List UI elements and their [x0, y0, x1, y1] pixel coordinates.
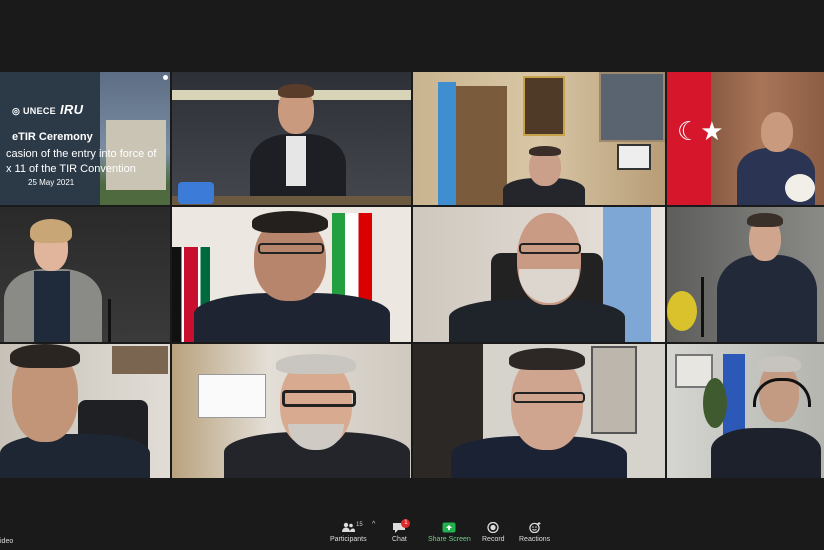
person-suit — [449, 299, 625, 342]
video-tile-participant-4[interactable]: ☾★ — [667, 72, 824, 205]
record-button[interactable]: Record — [482, 522, 505, 543]
reactions-label: Reactions — [519, 536, 551, 543]
slide-logos: ◎ UNECE IRU — [12, 102, 84, 117]
person-face — [761, 112, 793, 152]
video-tile-participant-11[interactable] — [413, 344, 665, 478]
slide-title: eTIR Ceremony — [12, 131, 93, 143]
person-hair — [10, 344, 80, 368]
picture-frame — [112, 346, 168, 374]
chat-unread-badge: 1 — [401, 519, 411, 528]
crescent-star-icon: ☾★ — [677, 116, 724, 146]
plant — [667, 291, 697, 331]
blue-object — [178, 182, 214, 204]
chat-button[interactable]: 1 Chat — [392, 519, 411, 543]
person-hair — [747, 213, 783, 227]
reactions-icon — [528, 522, 541, 533]
person-hair — [509, 348, 585, 370]
picture-frame — [591, 346, 637, 434]
video-tile-participant-3[interactable] — [413, 72, 665, 205]
video-tile-participant-12[interactable] — [667, 344, 824, 478]
wall-chart — [198, 374, 266, 418]
record-icon — [487, 522, 499, 533]
person-suit — [0, 434, 150, 478]
participants-caret-icon[interactable]: ^ — [372, 521, 375, 528]
chat-label: Chat — [392, 536, 407, 543]
eyeglasses — [258, 243, 324, 254]
un-emblem-icon: ◎ — [12, 106, 23, 116]
video-tile-slide[interactable]: ◎ UNECE IRU eTIR Ceremony casion of the e… — [0, 72, 170, 205]
share-screen-icon — [442, 522, 456, 533]
microphone — [108, 299, 111, 342]
video-tile-participant-6[interactable] — [172, 207, 411, 342]
person-hair — [529, 146, 561, 156]
turkey-flag: ☾★ — [667, 72, 724, 205]
tile-indicator-icon — [163, 75, 168, 80]
person-hair — [757, 356, 801, 372]
participants-button[interactable]: Participants 15 ^ — [330, 521, 375, 543]
bookshelf — [449, 86, 507, 205]
participants-icon — [342, 522, 356, 532]
reactions-button[interactable]: Reactions — [519, 522, 550, 543]
meeting-toolbar: ideo Participants 15 ^ 1 Chat Share Scre… — [0, 516, 824, 550]
slide-line-2: x 11 of the TIR Convention — [6, 163, 136, 175]
record-label: Record — [482, 536, 505, 543]
portrait-frame-1 — [523, 76, 565, 136]
eyeglasses — [282, 390, 356, 407]
video-button[interactable]: ideo — [0, 538, 13, 545]
share-screen-button[interactable]: Share Screen — [428, 522, 471, 543]
video-tile-participant-9[interactable] — [0, 344, 170, 478]
framed-certificate — [617, 144, 651, 170]
share-screen-label: Share Screen — [428, 536, 471, 543]
video-tile-participant-10[interactable] — [172, 344, 411, 478]
plant — [703, 378, 727, 428]
microphone — [701, 277, 704, 337]
person-shirt — [286, 136, 306, 186]
eyeglasses — [513, 392, 585, 403]
person-hair — [252, 211, 328, 233]
flower-vase — [785, 174, 815, 202]
slide-line-1: casion of the entry into force of — [6, 148, 157, 160]
person-hair — [30, 219, 72, 243]
video-tile-participant-5[interactable] — [0, 207, 170, 342]
video-tile-participant-2[interactable] — [172, 72, 411, 205]
person-suit — [711, 428, 821, 478]
video-tile-participant-7[interactable] — [413, 207, 665, 342]
person-suit — [717, 255, 817, 342]
participants-count: 15 — [356, 522, 363, 528]
person-top — [34, 271, 70, 342]
video-label: ideo — [0, 538, 14, 545]
eyeglasses — [519, 243, 581, 254]
slide-date: 25 May 2021 — [28, 178, 75, 187]
portrait-frame-2 — [599, 72, 665, 142]
blue-flag — [438, 82, 456, 205]
person-hair — [278, 84, 314, 98]
person-hair — [276, 354, 356, 374]
participants-label: Participants — [330, 536, 367, 543]
video-tile-participant-8[interactable] — [667, 207, 824, 342]
